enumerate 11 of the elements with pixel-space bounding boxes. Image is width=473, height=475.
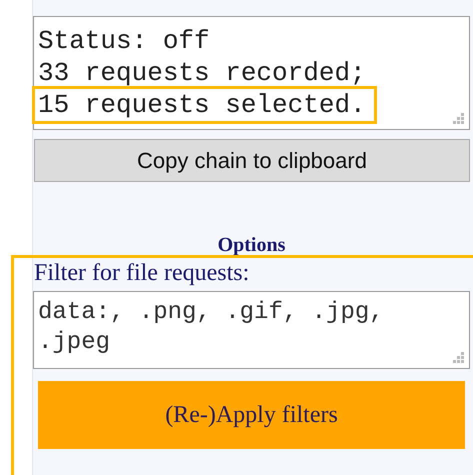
status-line: 15 requests selected. [35,89,374,121]
copy-button[interactable]: Copy chain to clipboard [34,139,470,182]
resize-grip-icon[interactable] [453,352,465,364]
resize-grip-icon[interactable] [453,113,465,125]
filter-field[interactable]: data:, .png, .gif, .jpg, .jpeg [33,291,470,369]
filter-label: Filter for file requests: [34,259,250,287]
status-box[interactable]: Status: off 33 requests recorded; 15 requests selected. [33,16,470,130]
status-line: 33 requests recorded; [38,57,366,89]
apply-filters-button[interactable]: (Re-)Apply filters [38,381,465,449]
options-heading: Options [216,234,286,256]
status-line: Status: off [38,25,210,57]
